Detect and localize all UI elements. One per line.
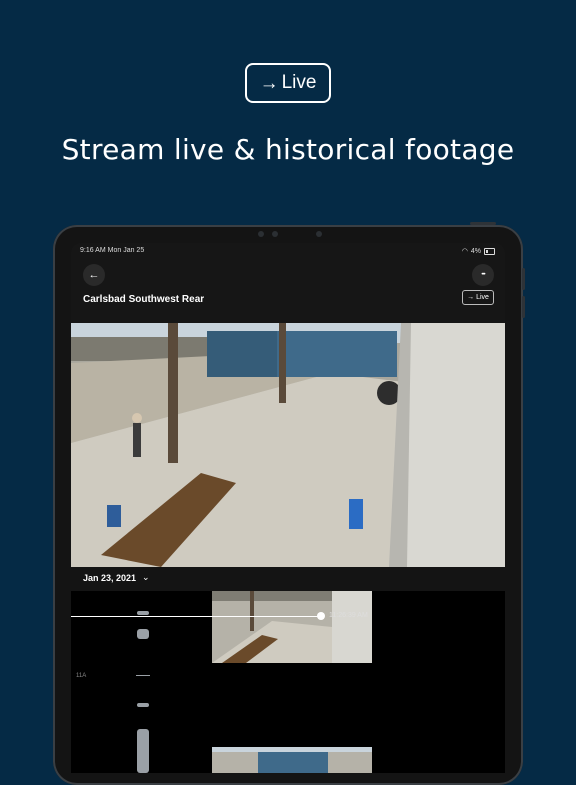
hour-label: 11A [76,673,87,679]
front-sensor-icon [272,231,278,237]
arrow-right-icon: → [467,294,475,301]
activity-marker[interactable] [137,611,149,615]
arrow-left-icon: ← [88,269,100,281]
battery-icon [484,247,495,255]
date-label: Jan 23, 2021 [83,573,137,583]
thumbnail-image [212,591,372,663]
front-sensor-icon [316,231,322,237]
chevron-down-icon: ⌄ [142,572,150,582]
camera-title: Carlsbad Southwest Rear [83,294,205,305]
activity-marker[interactable] [137,729,149,773]
hour-tick [136,675,150,676]
front-camera-icon [258,231,264,237]
more-options-button[interactable]: ••• [472,264,494,286]
footage-thumbnail[interactable] [212,591,372,663]
live-button[interactable]: → Live [462,290,494,305]
live-button-label: Live [476,294,489,301]
more-icon: ••• [481,272,485,278]
badge-label: Live [281,72,317,93]
playhead-handle[interactable] [317,612,325,620]
video-player[interactable] [71,323,505,567]
wifi-icon: ◠ [461,248,468,255]
live-badge: → Live [245,63,331,103]
thumbnail-image [212,747,372,773]
status-indicators: ◠ 4% [462,247,495,255]
app-screen: 9:16 AM Mon Jan 25 ◠ 4% ← ••• Carlsbad S… [71,243,505,773]
timeline[interactable]: 11:26:39 AM 11A [71,591,505,773]
back-button[interactable]: ← [83,264,105,286]
activity-marker[interactable] [137,629,149,639]
playhead-timestamp: 11:26:39 AM [329,612,368,619]
date-selector[interactable]: Jan 23, 2021 ⌄ [71,567,505,591]
playhead-line[interactable] [71,616,321,617]
activity-marker[interactable] [137,703,149,707]
status-time: 9:16 AM Mon Jan 25 [80,247,145,254]
arrow-right-icon: → [259,72,279,94]
footage-thumbnail[interactable] [212,747,372,773]
battery-percent: 4% [470,247,481,255]
tablet-top-button [470,222,496,225]
camera-footage [71,323,505,567]
tablet-volume-button [522,296,525,318]
tablet-volume-button [522,268,525,290]
promo-headline: Stream live & historical footage [61,133,515,166]
